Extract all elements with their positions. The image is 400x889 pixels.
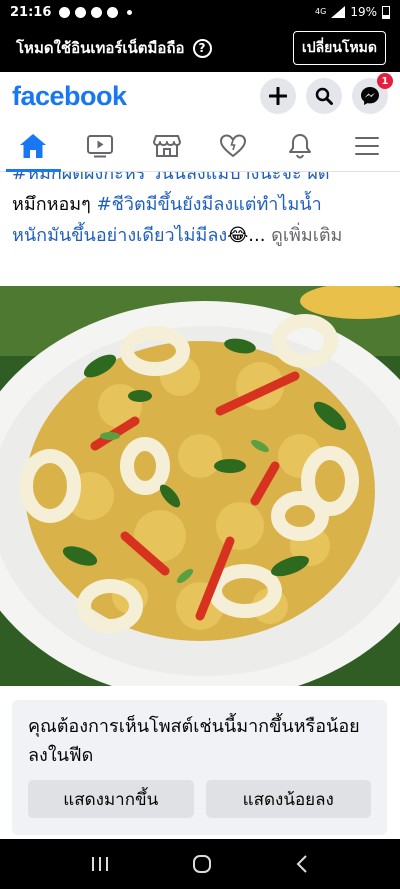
heart-icon: [220, 134, 247, 157]
line-notif-icon: [75, 6, 87, 18]
back-icon[interactable]: [295, 855, 309, 873]
tab-dating[interactable]: [200, 120, 267, 171]
post-photo[interactable]: [0, 286, 400, 686]
create-button[interactable]: [260, 78, 296, 114]
battery-icon: [382, 5, 390, 19]
home-icon: [20, 133, 47, 158]
recent-apps-icon[interactable]: [91, 856, 109, 872]
messenger-notif-icon-2: [91, 6, 103, 18]
see-more-link[interactable]: ดูเพิ่มเติม: [271, 225, 342, 246]
tab-marketplace[interactable]: [133, 120, 200, 171]
home-button-icon[interactable]: [192, 854, 212, 874]
ellipsis-text: ...: [248, 225, 272, 246]
mode-message: โหมดใช้อินเทอร์เน็ตมือถือ: [16, 39, 185, 57]
battery-percent: 19%: [350, 5, 377, 19]
notification-icons: [59, 6, 133, 18]
tab-menu[interactable]: [333, 120, 400, 171]
show-less-button[interactable]: แสดงน้อยลง: [205, 780, 371, 818]
hamburger-menu-icon: [354, 136, 379, 155]
hashtag-link[interactable]: หนักมันขึ้นอย่างเดียวไม่มีลง: [12, 225, 227, 246]
signal-icon: [331, 6, 346, 18]
network-type: 4G: [315, 7, 327, 16]
switch-mode-button[interactable]: เปลี่ยนโหมด: [292, 31, 386, 65]
tab-notifications[interactable]: [267, 120, 334, 171]
show-more-button[interactable]: แสดงมากขึ้น: [28, 780, 194, 818]
hashtag-link[interactable]: #ชีวิตมีขึ้นยังมีลงแต่ทำไมน้ำ: [97, 194, 322, 215]
tab-watch[interactable]: [67, 120, 134, 171]
main-tab-bar: [0, 120, 400, 172]
messenger-badge: 1: [377, 73, 393, 89]
messenger-notif-icon: [59, 6, 71, 18]
status-bar: 21:16 4G 19%: [0, 0, 400, 24]
marketplace-icon: [152, 134, 181, 157]
caption-line-3: หนักมันขึ้นอย่างเดียวไม่มีลง😂... ดูเพิ่ม…: [12, 220, 392, 251]
data-mode-banner: โหมดใช้อินเทอร์เน็ตมือถือ ? เปลี่ยนโหมด: [0, 24, 400, 72]
caption-text: หมึกหอมๆ: [12, 194, 97, 215]
search-icon: [315, 87, 333, 105]
video-icon: [87, 134, 113, 157]
status-time: 21:16: [10, 4, 52, 20]
more-notifications-dot: [127, 9, 133, 15]
food-photo-illustration: [0, 286, 400, 686]
app-header: facebook 1: [0, 72, 400, 120]
feed-preference-card: คุณต้องการเห็นโพสต์เช่นนี้มากขึ้นหรือน้อ…: [12, 700, 387, 835]
android-nav-bar: [0, 839, 400, 889]
search-button[interactable]: [306, 78, 342, 114]
feed-preference-question: คุณต้องการเห็นโพสต์เช่นนี้มากขึ้นหรือน้อ…: [28, 716, 360, 766]
facebook-logo[interactable]: facebook: [12, 81, 127, 112]
messenger-button[interactable]: 1: [352, 73, 393, 114]
bell-icon: [289, 133, 312, 159]
laughing-emoji: 😂: [227, 225, 249, 246]
help-icon[interactable]: ?: [192, 38, 212, 58]
tab-home[interactable]: [0, 120, 67, 172]
plus-icon: [269, 87, 287, 105]
messenger-icon: [361, 87, 379, 105]
caption-line-2: หมึกหอมๆ #ชีวิตมีขึ้นยังมีลงแต่ทำไมน้ำ: [12, 189, 392, 220]
chat-notif-icon: [107, 6, 119, 18]
